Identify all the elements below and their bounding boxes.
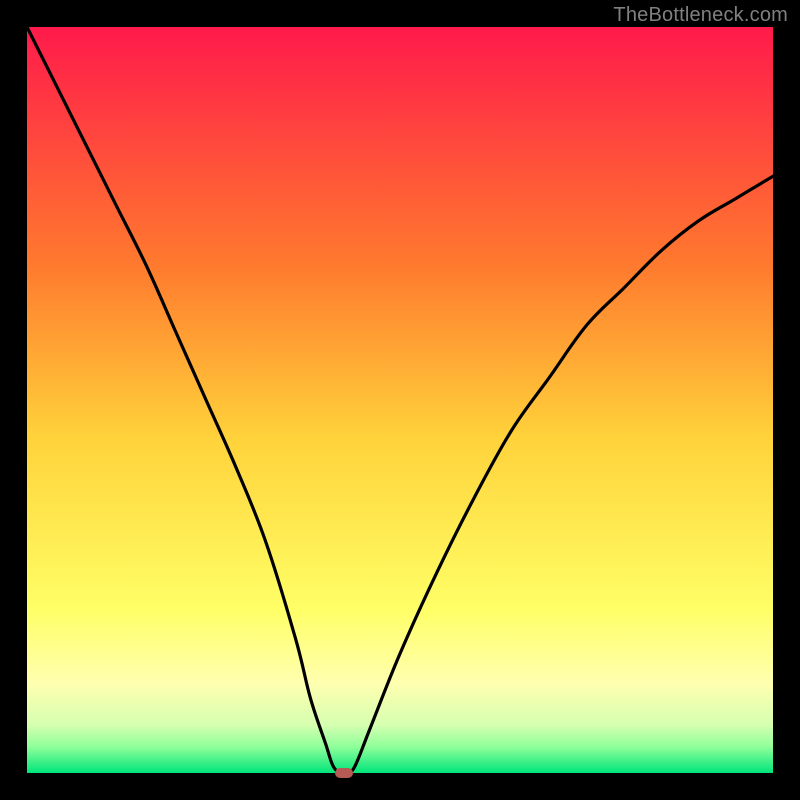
optimal-point-marker xyxy=(335,768,353,778)
chart-frame xyxy=(27,27,773,773)
bottleneck-plot xyxy=(27,27,773,773)
gradient-background xyxy=(27,27,773,773)
watermark-text: TheBottleneck.com xyxy=(613,4,788,27)
